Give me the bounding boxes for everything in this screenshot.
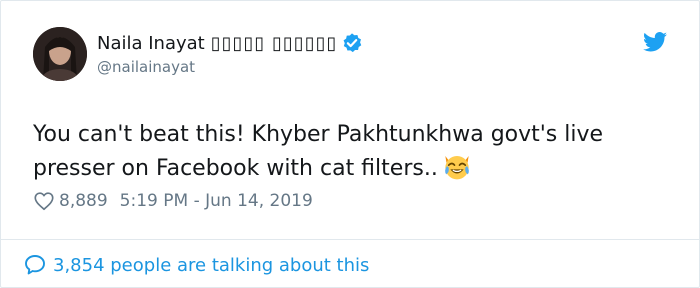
tweet-text: You can't beat this! Khyber Pakhtunkhwa …: [33, 119, 673, 185]
like-count[interactable]: 8,889: [59, 191, 108, 211]
display-row: Naila Inayat ▯▯▯▯▯ ▯▯▯▯▯▯: [97, 31, 363, 55]
cat-tears-of-joy-icon: [444, 156, 469, 180]
user-names: Naila Inayat ▯▯▯▯▯ ▯▯▯▯▯▯ @nailainayat: [97, 31, 363, 76]
speech-bubble-icon: [25, 255, 45, 275]
talking-about-link[interactable]: 3,854 people are talking about this: [53, 255, 369, 276]
tweet-header: Naila Inayat ▯▯▯▯▯ ▯▯▯▯▯▯ @nailainayat: [33, 27, 675, 83]
display-name[interactable]: Naila Inayat: [97, 33, 205, 54]
tweet-timestamp[interactable]: 5:19 PM - Jun 14, 2019: [120, 191, 313, 211]
tweet-footer[interactable]: 3,854 people are talking about this: [23, 251, 369, 279]
urdu-name: ▯▯▯▯▯ ▯▯▯▯▯▯: [210, 32, 338, 54]
user-handle[interactable]: @nailainayat: [97, 58, 363, 76]
avatar-image: [33, 27, 87, 81]
tweet-text-content: You can't beat this! Khyber Pakhtunkhwa …: [33, 122, 604, 181]
tweet-meta: 8,889 5:19 PM - Jun 14, 2019: [33, 189, 313, 213]
heart-icon[interactable]: [33, 190, 55, 212]
divider: [1, 239, 699, 240]
verified-badge-icon: [344, 33, 362, 53]
avatar[interactable]: [33, 27, 87, 81]
tweet-card: Naila Inayat ▯▯▯▯▯ ▯▯▯▯▯▯ @nailainayat Y…: [0, 0, 700, 288]
twitter-bird-icon[interactable]: [643, 31, 667, 53]
